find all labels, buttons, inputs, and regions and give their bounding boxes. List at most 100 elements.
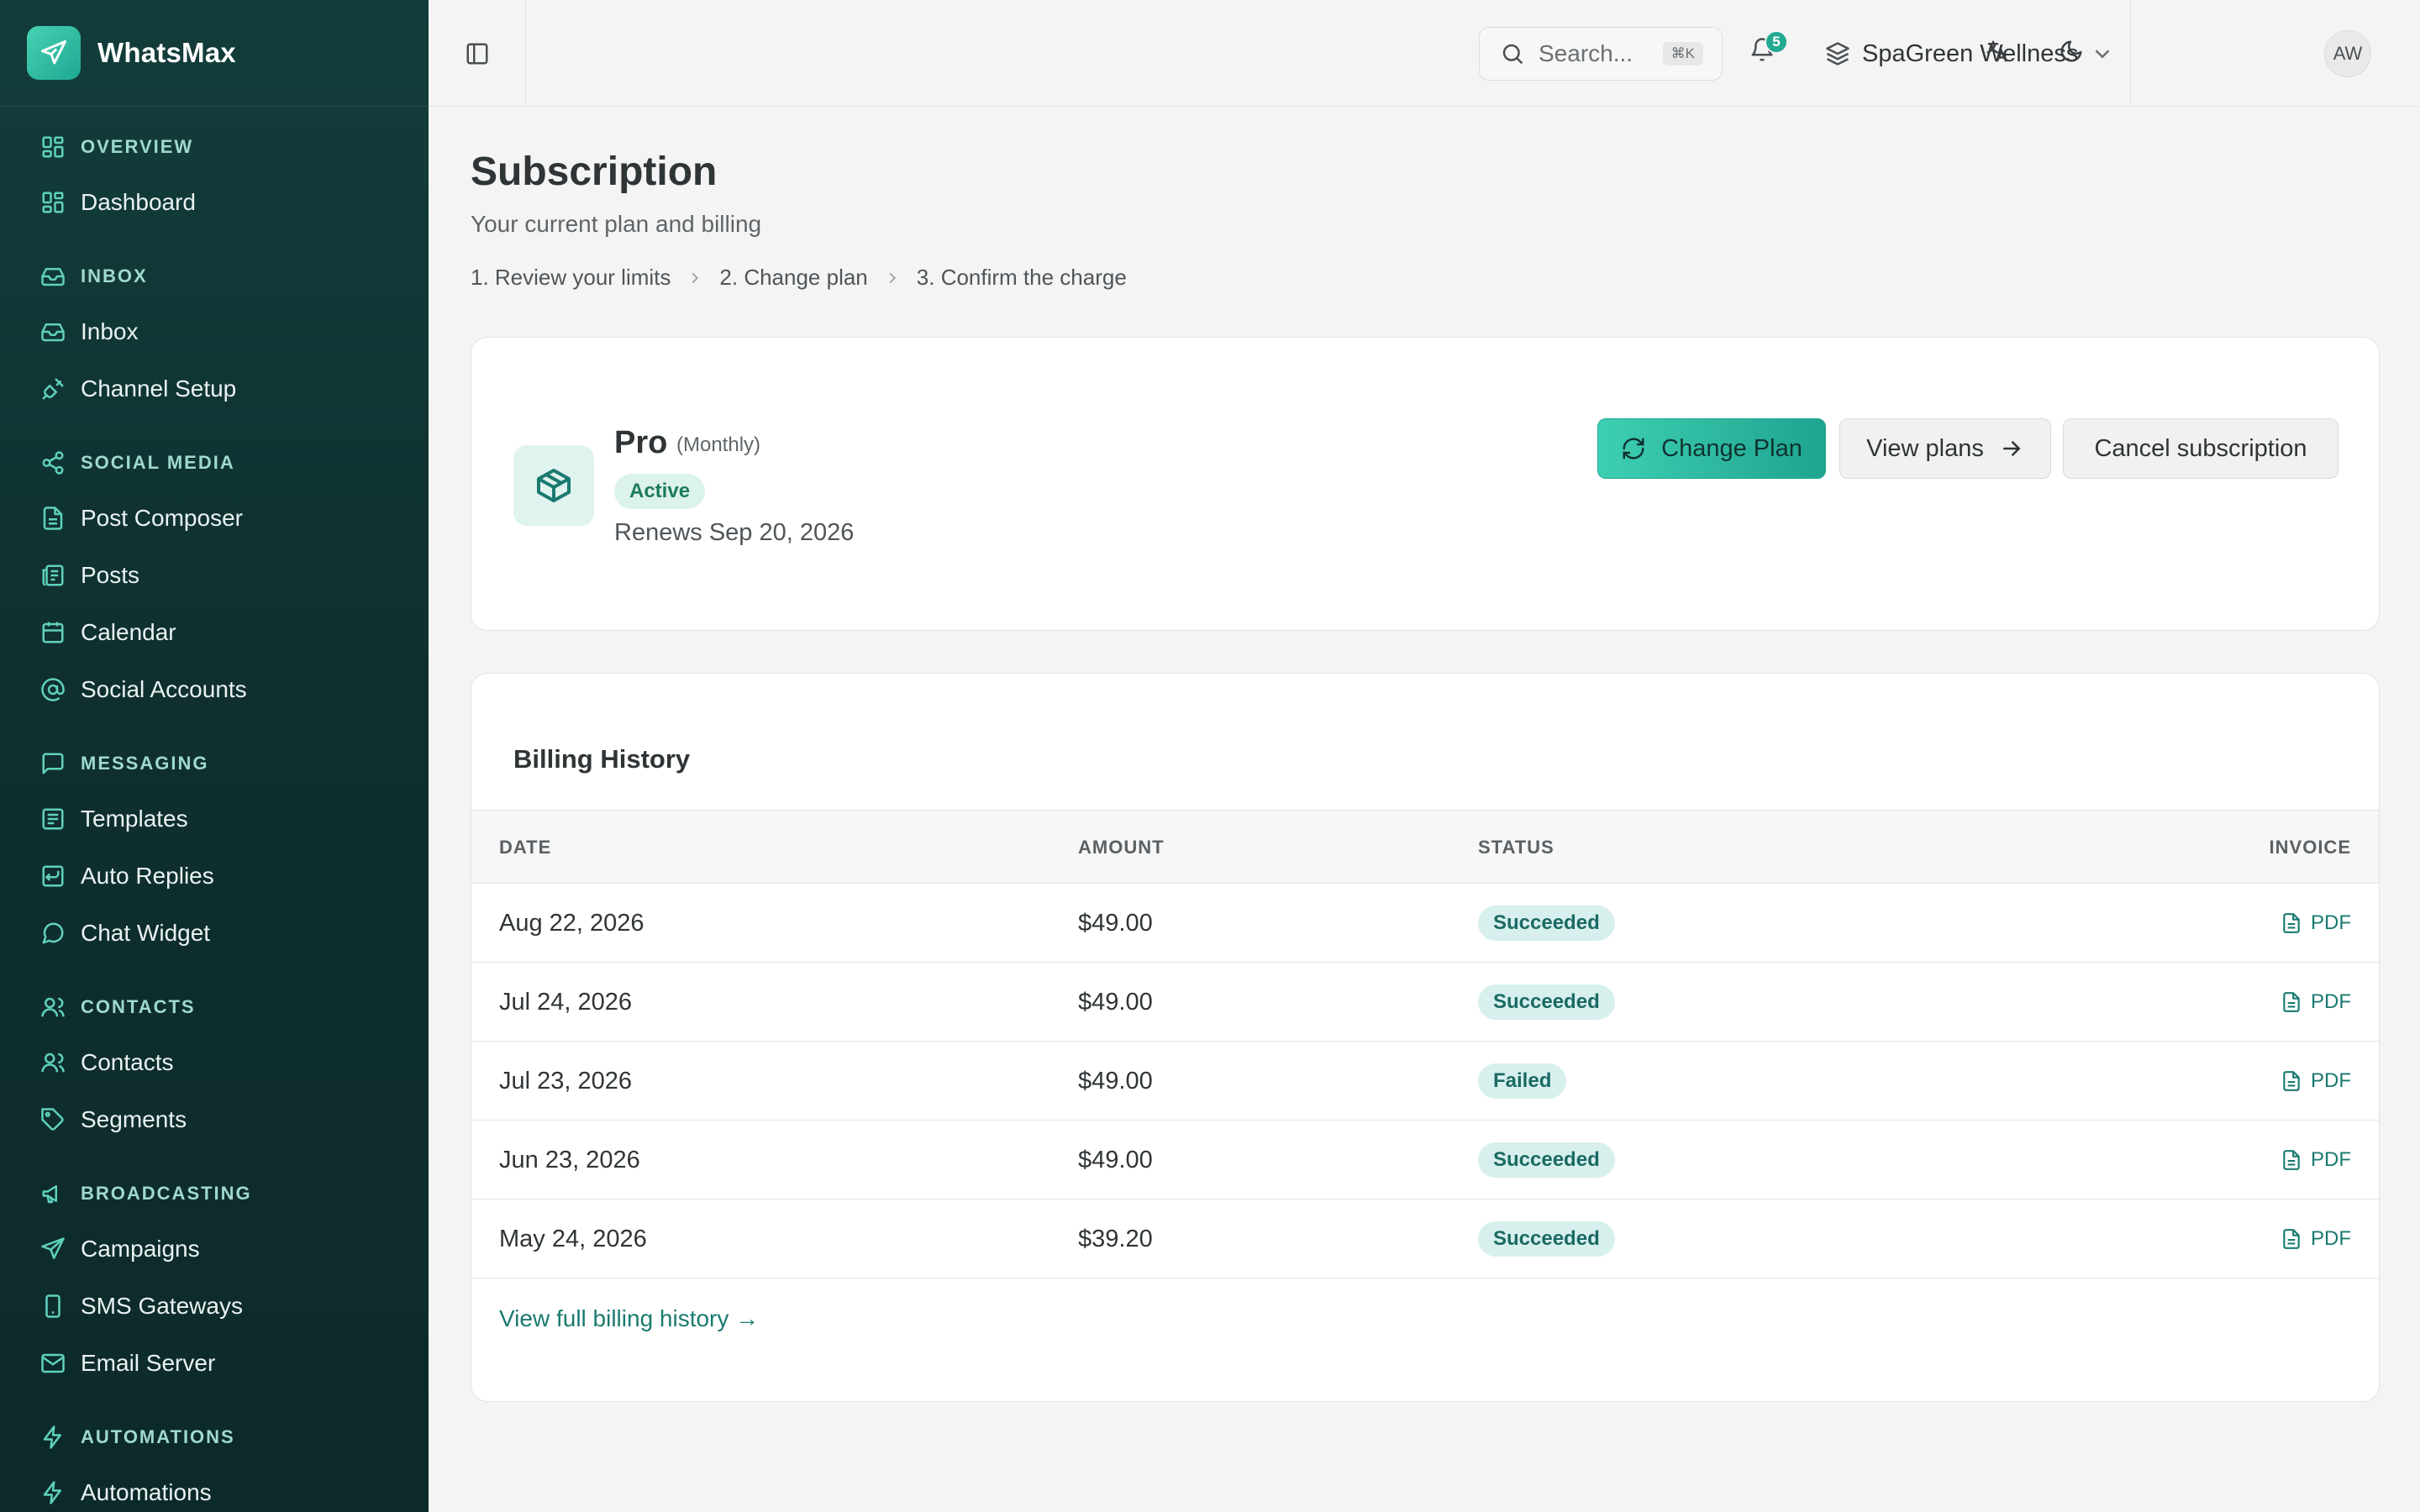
invoice-pdf-label: PDF: [2311, 1148, 2351, 1171]
sidebar-item-dashboard[interactable]: Dashboard: [0, 174, 429, 231]
invoice-pdf-label: PDF: [2311, 990, 2351, 1013]
cancel-subscription-button[interactable]: Cancel subscription: [2063, 418, 2338, 479]
sidebar-item-posts[interactable]: Posts: [0, 547, 429, 604]
section-label: CONTACTS: [81, 996, 196, 1017]
view-plans-button[interactable]: View plans: [1839, 418, 2051, 479]
section-label: SOCIAL MEDIA: [81, 452, 235, 473]
row-invoice: PDF: [2281, 1121, 2351, 1200]
sidebar-item-automations[interactable]: Automations: [0, 1464, 429, 1512]
search-placeholder: Search...: [1539, 40, 1634, 66]
sidebar-item-label: Auto Replies: [81, 863, 214, 889]
table-row: May 24, 2026 $39.20 Succeeded PDF: [471, 1200, 2379, 1278]
page-title: Subscription: [471, 150, 718, 194]
row-date: May 24, 2026: [499, 1225, 647, 1252]
sidebar-item-label: Post Composer: [81, 505, 243, 531]
table-row: Aug 22, 2026 $49.00 Succeeded PDF: [471, 884, 2379, 963]
row-invoice: PDF: [2281, 1042, 2351, 1121]
sidebar: WhatsMax OVERVIEW Dashboard INBOX Inbox …: [0, 0, 429, 1512]
view-full-billing-history-link[interactable]: View full billing history →: [499, 1305, 759, 1332]
package-icon: [513, 445, 594, 526]
sidebar-item-campaigns[interactable]: Campaigns: [0, 1221, 429, 1278]
row-amount: $39.20: [1078, 1225, 1153, 1252]
search-shortcut: ⌘K: [1662, 42, 1703, 66]
sidebar-toggle-button[interactable]: [429, 0, 526, 107]
sidebar-item-chat-widget[interactable]: Chat Widget: [0, 905, 429, 962]
user-avatar[interactable]: AW: [2324, 30, 2371, 77]
column-header-invoice: INVOICE: [2269, 837, 2351, 858]
sidebar-item-channel-setup[interactable]: Channel Setup: [0, 360, 429, 417]
sidebar-item-auto-replies[interactable]: Auto Replies: [0, 848, 429, 905]
section-automations: AUTOMATIONS: [0, 1410, 429, 1464]
sidebar-item-social-accounts[interactable]: Social Accounts: [0, 661, 429, 718]
sidebar-item-post-composer[interactable]: Post Composer: [0, 490, 429, 547]
message-square-icon: [40, 751, 66, 776]
auto-reply-icon: [40, 864, 66, 889]
sidebar-item-calendar[interactable]: Calendar: [0, 604, 429, 661]
page-subtitle: Your current plan and billing: [471, 211, 762, 237]
row-amount: $49.00: [1078, 1146, 1153, 1173]
section-label: OVERVIEW: [81, 136, 194, 157]
language-button[interactable]: [1985, 39, 2010, 68]
mail-icon: [40, 1351, 66, 1376]
theme-toggle-button[interactable]: [2059, 39, 2084, 68]
table-row: Jun 23, 2026 $49.00 Succeeded PDF: [471, 1121, 2379, 1200]
status-badge: Succeeded: [1478, 1142, 1615, 1178]
section-overview: OVERVIEW: [0, 120, 429, 174]
workspace-name: SpaGreen Wellness: [1862, 39, 2079, 67]
column-header-amount: AMOUNT: [1078, 837, 1165, 858]
step-change-plan[interactable]: 2. Change plan: [719, 265, 867, 291]
sidebar-item-label: Contacts: [81, 1049, 174, 1075]
plug-icon: [40, 376, 66, 402]
at-sign-icon: [40, 677, 66, 702]
sidebar-item-label: Posts: [81, 562, 140, 588]
search-input[interactable]: Search... ⌘K: [1479, 27, 1723, 81]
bolt-icon: [40, 1425, 66, 1450]
brand[interactable]: WhatsMax: [0, 0, 429, 107]
inbox-icon: [40, 319, 66, 344]
sidebar-item-label: Templates: [81, 806, 188, 832]
sidebar-item-email-server[interactable]: Email Server: [0, 1335, 429, 1392]
plan-status-badge: Active: [614, 474, 706, 509]
send-icon: [40, 1236, 66, 1262]
dashboard-icon: [40, 190, 66, 215]
file-icon: [2281, 912, 2302, 934]
notification-count-badge: 5: [1765, 30, 1788, 54]
sidebar-item-label: Channel Setup: [81, 375, 237, 402]
invoice-pdf-link[interactable]: PDF: [2281, 911, 2351, 935]
column-header-status: STATUS: [1478, 837, 1555, 858]
status-badge: Succeeded: [1478, 906, 1615, 941]
sidebar-item-label: Email Server: [81, 1350, 216, 1376]
sidebar-item-label: Social Accounts: [81, 676, 247, 702]
change-plan-button[interactable]: Change Plan: [1597, 418, 1826, 479]
step-confirm-charge[interactable]: 3. Confirm the charge: [917, 265, 1127, 291]
billing-history-title: Billing History: [513, 744, 691, 774]
translate-icon: [1985, 39, 2010, 64]
sidebar-item-segments[interactable]: Segments: [0, 1091, 429, 1148]
row-date: Jul 23, 2026: [499, 1067, 633, 1095]
view-plans-label: View plans: [1866, 434, 1984, 462]
sidebar-item-contacts[interactable]: Contacts: [0, 1034, 429, 1091]
table-row: Jul 24, 2026 $49.00 Succeeded PDF: [471, 963, 2379, 1042]
row-date: Jun 23, 2026: [499, 1146, 640, 1173]
chevron-down-icon: [2090, 41, 2115, 66]
chevron-right-icon: [883, 269, 902, 287]
invoice-pdf-link[interactable]: PDF: [2281, 990, 2351, 1014]
invoice-pdf-link[interactable]: PDF: [2281, 1227, 2351, 1251]
row-status: Succeeded: [1478, 963, 1615, 1042]
invoice-pdf-link[interactable]: PDF: [2281, 1148, 2351, 1172]
section-label: AUTOMATIONS: [81, 1426, 235, 1447]
sidebar-item-templates[interactable]: Templates: [0, 790, 429, 848]
step-review-limits[interactable]: 1. Review your limits: [471, 265, 671, 291]
topbar-divider: [2130, 0, 2131, 107]
share-icon: [40, 450, 66, 475]
section-label: MESSAGING: [81, 753, 209, 774]
refresh-icon: [1621, 436, 1646, 461]
invoice-pdf-link[interactable]: PDF: [2281, 1069, 2351, 1093]
steps-breadcrumb: 1. Review your limits 2. Change plan 3. …: [471, 265, 1127, 291]
sidebar-item-label: Chat Widget: [81, 920, 211, 946]
phone-icon: [40, 1294, 66, 1319]
sidebar-item-inbox[interactable]: Inbox: [0, 303, 429, 360]
row-amount: $49.00: [1078, 1067, 1153, 1095]
section-inbox: INBOX: [0, 249, 429, 303]
sidebar-item-sms-gateways[interactable]: SMS Gateways: [0, 1278, 429, 1335]
